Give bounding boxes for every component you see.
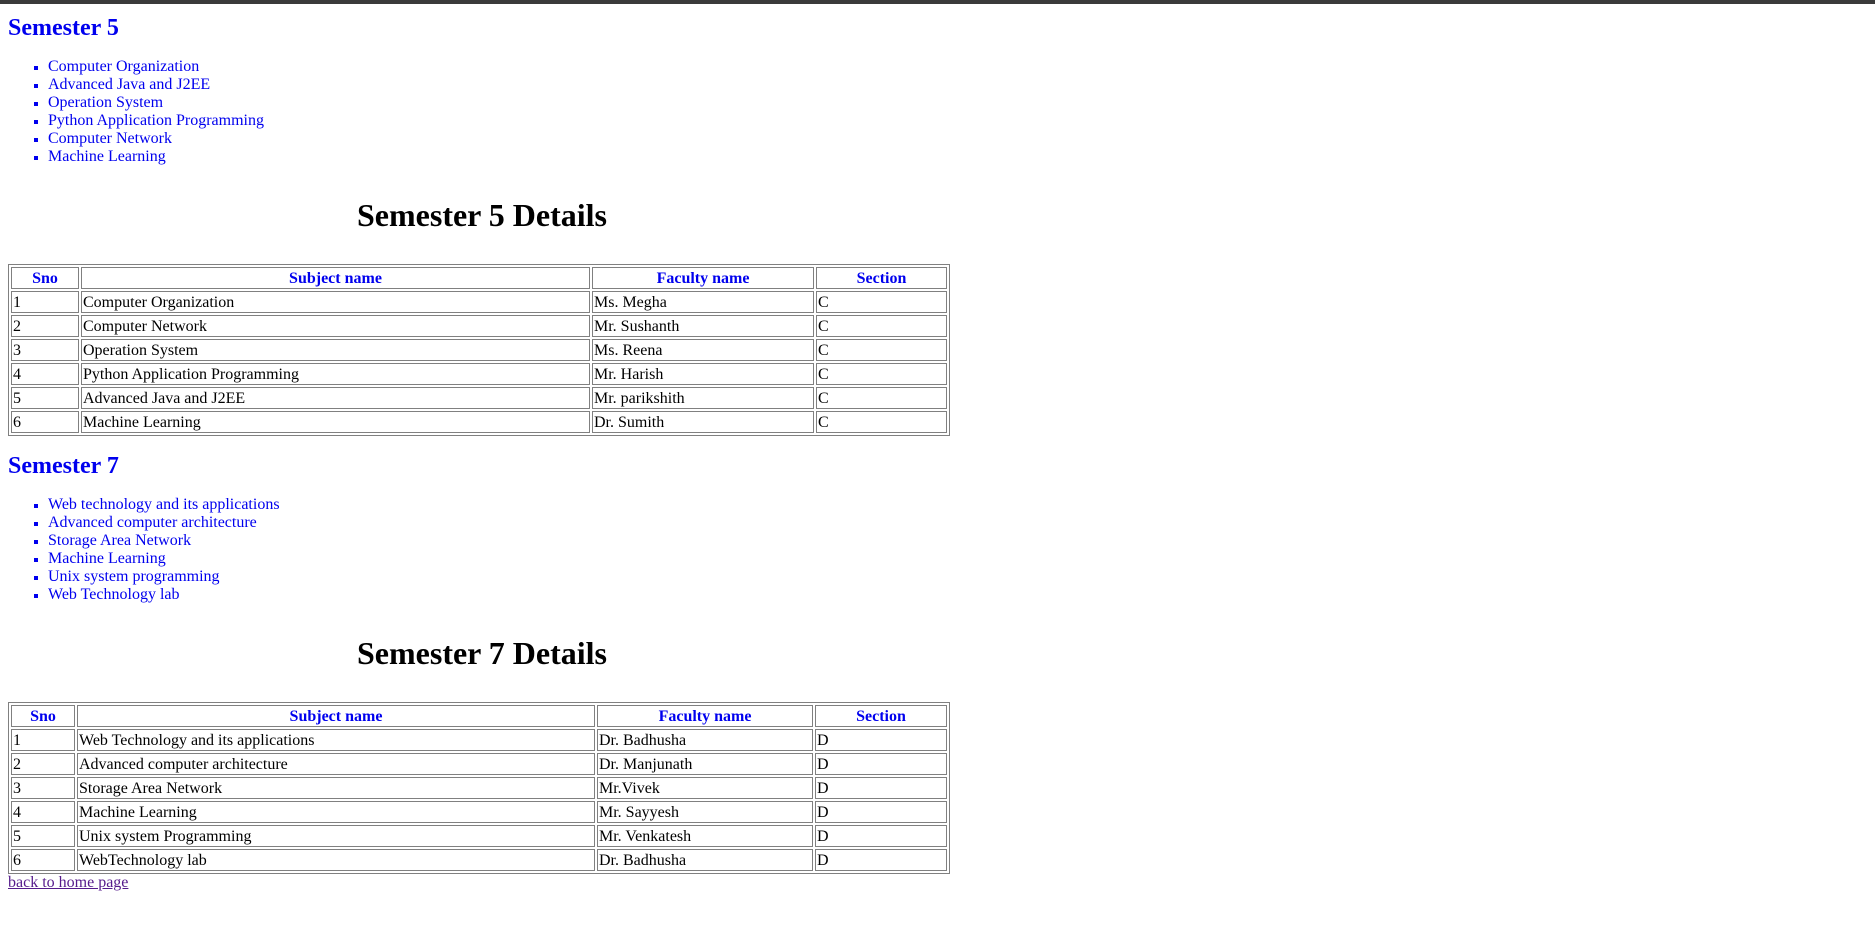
cell-sno: 6 xyxy=(11,411,79,433)
cell-section: D xyxy=(815,825,947,847)
cell-sno: 3 xyxy=(11,339,79,361)
header-section: Section xyxy=(816,267,947,289)
table-row: 1 Web Technology and its applications Dr… xyxy=(11,729,947,751)
cell-sno: 1 xyxy=(11,729,75,751)
cell-sno: 2 xyxy=(11,315,79,337)
cell-section: C xyxy=(816,291,947,313)
table-row: 5 Unix system Programming Mr. Venkatesh … xyxy=(11,825,947,847)
cell-faculty: Mr. Venkatesh xyxy=(597,825,813,847)
table-row: 4 Python Application Programming Mr. Har… xyxy=(11,363,947,385)
subject-list-item[interactable]: Advanced Java and J2EE xyxy=(48,76,968,94)
cell-faculty: Mr. Sayyesh xyxy=(597,801,813,823)
cell-sno: 4 xyxy=(11,801,75,823)
cell-sno: 5 xyxy=(11,825,75,847)
cell-section: C xyxy=(816,411,947,433)
table-row: 3 Storage Area Network Mr.Vivek D xyxy=(11,777,947,799)
cell-sno: 1 xyxy=(11,291,79,313)
cell-subject: Computer Organization xyxy=(81,291,590,313)
cell-sno: 6 xyxy=(11,849,75,871)
cell-subject: Computer Network xyxy=(81,315,590,337)
cell-subject: Storage Area Network xyxy=(77,777,595,799)
cell-subject: Machine Learning xyxy=(77,801,595,823)
semester7-details-title: Semester 7 Details xyxy=(357,635,607,671)
cell-subject: Advanced Java and J2EE xyxy=(81,387,590,409)
cell-faculty: Ms. Megha xyxy=(592,291,814,313)
cell-faculty: Mr. Sushanth xyxy=(592,315,814,337)
cell-subject: Machine Learning xyxy=(81,411,590,433)
cell-subject: Advanced computer architecture xyxy=(77,753,595,775)
cell-sno: 5 xyxy=(11,387,79,409)
cell-section: D xyxy=(815,777,947,799)
header-subject-name: Subject name xyxy=(77,705,595,727)
semester7-subject-list: Web technology and its applications Adva… xyxy=(8,496,968,604)
cell-faculty: Mr. Harish xyxy=(592,363,814,385)
cell-sno: 2 xyxy=(11,753,75,775)
header-sno: Sno xyxy=(11,705,75,727)
back-to-home-link[interactable]: back to home page xyxy=(8,874,128,892)
table-header-row: Sno Subject name Faculty name Section xyxy=(11,267,947,289)
cell-faculty: Ms. Reena xyxy=(592,339,814,361)
table-header-row: Sno Subject name Faculty name Section xyxy=(11,705,947,727)
cell-faculty: Mr. parikshith xyxy=(592,387,814,409)
semester5-details-title: Semester 5 Details xyxy=(357,197,607,233)
page-content: Semester 5 Computer Organization Advance… xyxy=(8,4,968,892)
subject-list-item[interactable]: Computer Network xyxy=(48,130,968,148)
subject-list-item[interactable]: Computer Organization xyxy=(48,58,968,76)
cell-subject: Unix system Programming xyxy=(77,825,595,847)
table-row: 6 WebTechnology lab Dr. Badhusha D xyxy=(11,849,947,871)
cell-section: D xyxy=(815,801,947,823)
header-faculty-name: Faculty name xyxy=(592,267,814,289)
subject-list-item[interactable]: Storage Area Network xyxy=(48,532,968,550)
cell-sno: 3 xyxy=(11,777,75,799)
cell-faculty: Dr. Manjunath xyxy=(597,753,813,775)
table-row: 3 Operation System Ms. Reena C xyxy=(11,339,947,361)
header-section: Section xyxy=(815,705,947,727)
subject-list-item[interactable]: Python Application Programming xyxy=(48,112,968,130)
cell-section: D xyxy=(815,849,947,871)
subject-list-item[interactable]: Advanced computer architecture xyxy=(48,514,968,532)
semester7-details-table: Sno Subject name Faculty name Section 1 … xyxy=(8,702,950,874)
header-sno: Sno xyxy=(11,267,79,289)
cell-section: C xyxy=(816,315,947,337)
header-faculty-name: Faculty name xyxy=(597,705,813,727)
subject-list-item[interactable]: Machine Learning xyxy=(48,550,968,568)
cell-faculty: Dr. Sumith xyxy=(592,411,814,433)
cell-faculty: Mr.Vivek xyxy=(597,777,813,799)
table-row: 6 Machine Learning Dr. Sumith C xyxy=(11,411,947,433)
table-row: 2 Computer Network Mr. Sushanth C xyxy=(11,315,947,337)
semester7-heading: Semester 7 xyxy=(8,453,119,479)
cell-faculty: Dr. Badhusha xyxy=(597,849,813,871)
cell-subject: Web Technology and its applications xyxy=(77,729,595,751)
cell-sno: 4 xyxy=(11,363,79,385)
subject-list-item[interactable]: Operation System xyxy=(48,94,968,112)
subject-list-item[interactable]: Unix system programming xyxy=(48,568,968,586)
table-row: 5 Advanced Java and J2EE Mr. parikshith … xyxy=(11,387,947,409)
cell-section: C xyxy=(816,363,947,385)
cell-section: D xyxy=(815,753,947,775)
cell-subject: Python Application Programming xyxy=(81,363,590,385)
subject-list-item[interactable]: Machine Learning xyxy=(48,148,968,166)
cell-subject: Operation System xyxy=(81,339,590,361)
semester5-subject-list: Computer Organization Advanced Java and … xyxy=(8,58,968,166)
table-row: 1 Computer Organization Ms. Megha C xyxy=(11,291,947,313)
cell-faculty: Dr. Badhusha xyxy=(597,729,813,751)
cell-subject: WebTechnology lab xyxy=(77,849,595,871)
cell-section: D xyxy=(815,729,947,751)
table-row: 4 Machine Learning Mr. Sayyesh D xyxy=(11,801,947,823)
cell-section: C xyxy=(816,387,947,409)
semester5-details-table: Sno Subject name Faculty name Section 1 … xyxy=(8,264,950,436)
header-subject-name: Subject name xyxy=(81,267,590,289)
cell-section: C xyxy=(816,339,947,361)
subject-list-item[interactable]: Web technology and its applications xyxy=(48,496,968,514)
subject-list-item[interactable]: Web Technology lab xyxy=(48,586,968,604)
semester5-heading: Semester 5 xyxy=(8,15,119,41)
table-row: 2 Advanced computer architecture Dr. Man… xyxy=(11,753,947,775)
